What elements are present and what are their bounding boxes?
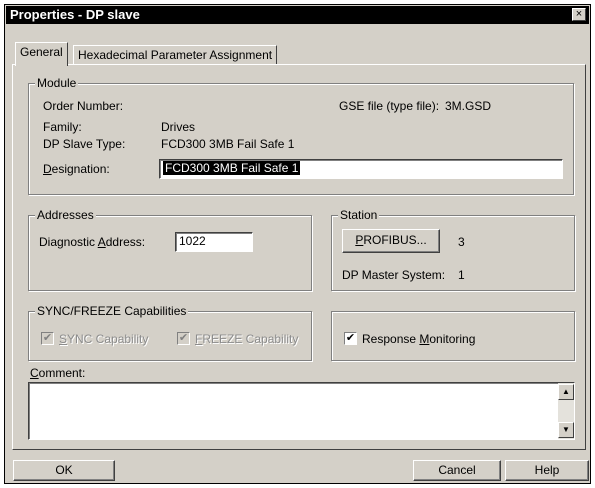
freeze-capability-checkbox[interactable]: ✔ bbox=[177, 332, 190, 345]
ok-button[interactable]: OK bbox=[13, 460, 115, 481]
gse-file-label: GSE file (type file): bbox=[339, 99, 440, 113]
diagnostic-address-label-end: ddress: bbox=[105, 235, 146, 249]
dp-master-system-value: 1 bbox=[458, 268, 465, 282]
diagnostic-address-label: Diagnostic Address: bbox=[39, 235, 145, 249]
station-group: Station PROFIBUS... 3 DP Master System: … bbox=[331, 208, 575, 291]
close-button[interactable]: × bbox=[572, 8, 586, 21]
window-title: Properties - DP slave bbox=[10, 7, 140, 22]
cancel-button-label: Cancel bbox=[438, 463, 476, 477]
module-group: Module Order Number: GSE file (type file… bbox=[28, 76, 574, 195]
scroll-up-icon: ▲ bbox=[562, 387, 570, 396]
diagnostic-address-field[interactable]: 1022 bbox=[175, 232, 253, 252]
freeze-capability-label: FREEZE Capability bbox=[195, 332, 298, 346]
scroll-down-icon: ▼ bbox=[562, 425, 570, 434]
profibus-address-value: 3 bbox=[458, 235, 465, 249]
comment-label: Comment: bbox=[30, 366, 85, 380]
comment-mnemonic: C bbox=[30, 366, 39, 380]
profibus-button-label: ROFIBUS... bbox=[363, 233, 427, 247]
designation-label-text: esignation: bbox=[51, 162, 110, 176]
comment-textarea[interactable]: ▲ ▼ bbox=[28, 382, 575, 440]
check-icon: ✔ bbox=[345, 332, 356, 344]
comment-label-text: omment: bbox=[38, 366, 86, 380]
designation-field[interactable]: FCD300 3MB Fail Safe 1 bbox=[159, 159, 563, 179]
tab-general[interactable]: General bbox=[15, 42, 68, 66]
dp-master-system-label: DP Master System: bbox=[342, 268, 446, 282]
diagnostic-address-value: 1022 bbox=[179, 234, 206, 248]
designation-label: Designation: bbox=[43, 162, 110, 176]
sync-freeze-group: SYNC/FREEZE Capabilities ✔ SYNC Capabili… bbox=[28, 304, 312, 361]
sync-freeze-group-title: SYNC/FREEZE Capabilities bbox=[35, 304, 189, 318]
response-monitoring-group: ✔ Response Monitoring bbox=[331, 311, 575, 361]
response-monitoring-text-start: Response bbox=[362, 332, 420, 346]
response-monitoring-checkbox[interactable]: ✔ bbox=[344, 332, 357, 345]
module-group-title: Module bbox=[35, 76, 79, 90]
slave-type-value: FCD300 3MB Fail Safe 1 bbox=[161, 137, 295, 151]
tab-hex-parameter[interactable]: Hexadecimal Parameter Assignment bbox=[73, 45, 278, 65]
title-bar[interactable]: Properties - DP slave × bbox=[6, 6, 589, 24]
designation-value: FCD300 3MB Fail Safe 1 bbox=[163, 161, 301, 175]
designation-mnemonic: D bbox=[43, 162, 52, 176]
comment-scrollbar[interactable]: ▲ ▼ bbox=[558, 383, 574, 439]
freeze-capability-text: REEZE Capability bbox=[202, 332, 299, 346]
help-button[interactable]: Help bbox=[505, 460, 589, 481]
check-icon: ✔ bbox=[42, 332, 53, 344]
scroll-down-button[interactable]: ▼ bbox=[558, 422, 574, 438]
family-value: Drives bbox=[161, 120, 196, 134]
scroll-up-button[interactable]: ▲ bbox=[558, 384, 574, 400]
sync-capability-checkbox[interactable]: ✔ bbox=[41, 332, 54, 345]
gse-file-value: 3M.GSD bbox=[445, 99, 492, 113]
sync-capability-label: SYNC Capability bbox=[59, 332, 148, 346]
addresses-group: Addresses Diagnostic Address: 1022 bbox=[28, 208, 312, 291]
addresses-group-title: Addresses bbox=[35, 208, 96, 222]
station-group-title: Station bbox=[338, 208, 380, 222]
response-monitoring-label: Response Monitoring bbox=[362, 332, 475, 346]
diagnostic-address-label-start: Diagnostic bbox=[39, 235, 98, 249]
order-number-label: Order Number: bbox=[43, 99, 124, 113]
general-panel: Module Order Number: GSE file (type file… bbox=[12, 64, 586, 450]
check-icon: ✔ bbox=[178, 332, 189, 344]
properties-dialog: Properties - DP slave × General Hexadeci… bbox=[4, 4, 591, 484]
family-label: Family: bbox=[43, 120, 82, 134]
cancel-button[interactable]: Cancel bbox=[413, 460, 501, 481]
ok-button-label: OK bbox=[55, 463, 73, 477]
diagnostic-address-mnemonic: A bbox=[97, 235, 106, 249]
response-monitoring-mnemonic: M bbox=[419, 332, 430, 346]
close-icon: × bbox=[575, 8, 583, 20]
tab-general-label: General bbox=[20, 45, 63, 59]
response-monitoring-text-end: onitoring bbox=[429, 332, 476, 346]
help-button-label: Help bbox=[534, 463, 560, 477]
slave-type-label: DP Slave Type: bbox=[43, 137, 126, 151]
tab-hex-parameter-label: Hexadecimal Parameter Assignment bbox=[78, 48, 273, 62]
profibus-button[interactable]: PROFIBUS... bbox=[342, 229, 440, 253]
sync-capability-text: YNC Capability bbox=[67, 332, 149, 346]
sync-mnemonic: S bbox=[59, 332, 68, 346]
